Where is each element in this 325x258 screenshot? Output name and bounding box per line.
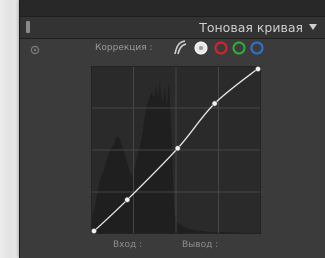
correction-row: Коррекция : <box>80 40 320 58</box>
correction-label: Коррекция : <box>95 43 153 53</box>
red-channel-ring-icon[interactable] <box>213 40 229 56</box>
panel-top-bar <box>20 0 325 17</box>
curve-control-point[interactable] <box>211 100 218 107</box>
curve-control-point[interactable] <box>174 145 181 152</box>
output-value-label: Вывод : <box>182 240 219 250</box>
tone-curve-svg[interactable] <box>91 66 261 234</box>
target-adjust-icon[interactable] <box>30 45 40 55</box>
curve-control-point[interactable] <box>91 228 97 234</box>
green-channel-ring-icon[interactable] <box>231 40 247 56</box>
input-value-label: Вход : <box>113 240 143 250</box>
curve-control-point[interactable] <box>124 196 131 203</box>
rgb-channel-filled-circle-icon[interactable] <box>193 40 209 56</box>
curve-control-point[interactable] <box>255 66 261 72</box>
panel-handle-icon[interactable] <box>26 21 30 33</box>
tone-curve-panel: Тоновая кривая Коррекция : Вход: Вывод … <box>20 0 325 258</box>
panel-header[interactable]: Тоновая кривая <box>20 17 325 39</box>
point-curve-icon[interactable] <box>172 40 188 56</box>
triangle-down-icon[interactable] <box>308 22 318 32</box>
panel-title: Тоновая кривая <box>199 20 303 35</box>
tone-curve-graph[interactable] <box>91 66 261 234</box>
blue-channel-ring-icon[interactable] <box>249 40 265 56</box>
